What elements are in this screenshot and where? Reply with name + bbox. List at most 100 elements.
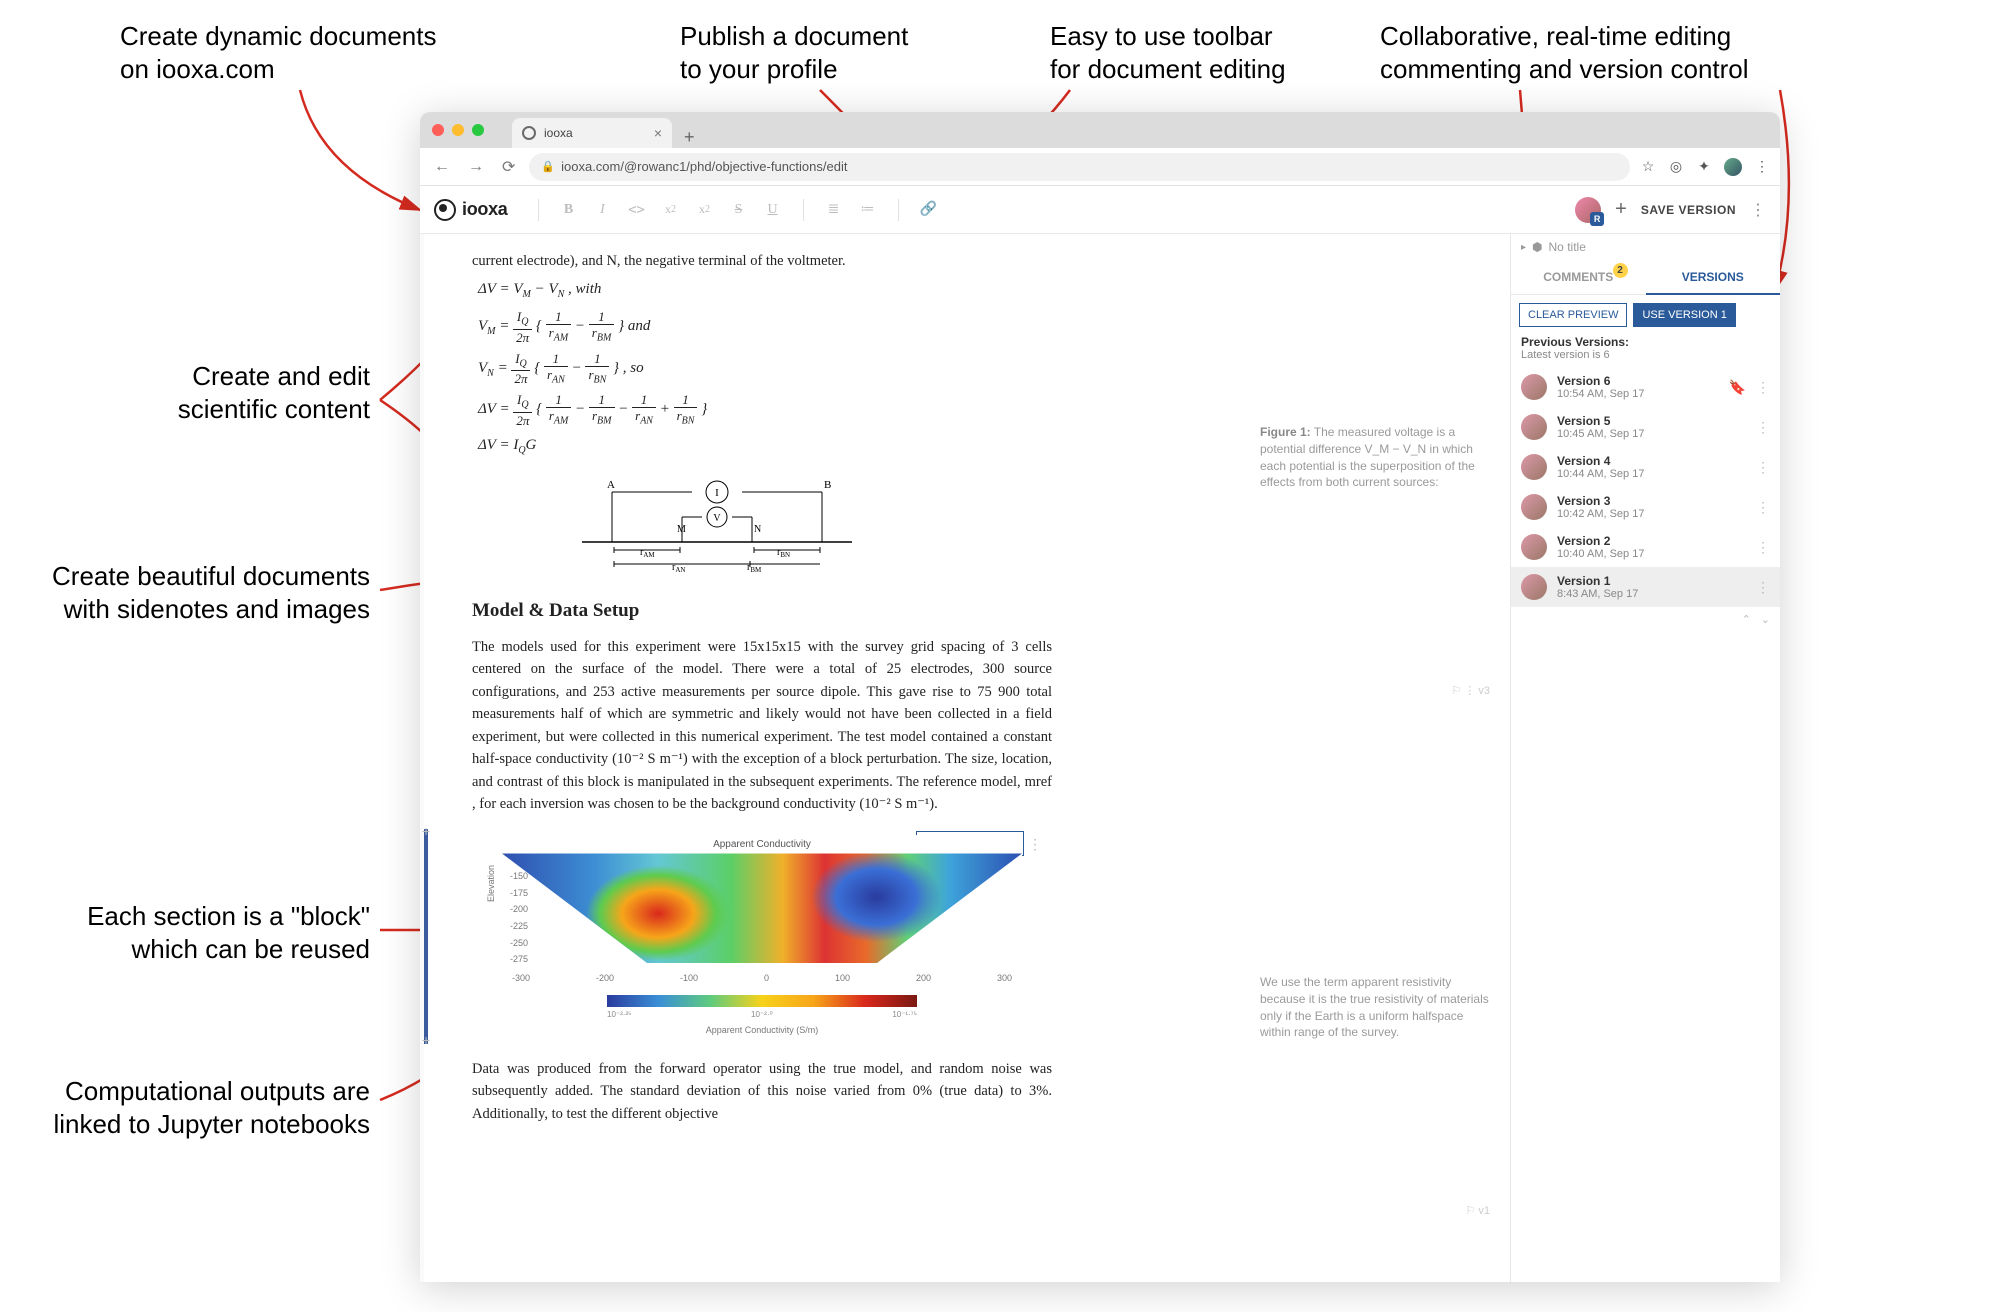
intro-paragraph: current electrode), and N, the negative … [472,250,1052,272]
body-paragraph: Data was produced from the forward opera… [472,1058,1052,1125]
version-row[interactable]: Version 610:54 AM, Sep 17🔖⋮ [1511,367,1780,407]
row-menu-icon[interactable]: ⋮ [1756,379,1770,396]
tab-versions[interactable]: VERSIONS [1646,260,1781,294]
row-menu-icon[interactable]: ⋮ [1756,419,1770,436]
tab-close-icon[interactable]: × [654,125,662,141]
row-menu-icon[interactable]: ⋮ [1756,579,1770,596]
subscript-button[interactable]: x2 [657,196,685,224]
add-block-button[interactable]: + [422,1030,430,1052]
svg-text:N: N [754,524,761,535]
superscript-button[interactable]: x2 [691,196,719,224]
svg-text:V: V [713,513,721,524]
traffic-lights [432,124,484,136]
browser-tab[interactable]: iooxa × [512,118,672,148]
browser-address-bar: ← → ⟳ 🔒 iooxa.com/@rowanc1/phd/objective… [420,148,1780,186]
doc-title-placeholder: No title [1549,240,1586,254]
tab-comments[interactable]: COMMENTS 2 [1511,260,1646,294]
bookmark-icon[interactable]: 🔖 [1729,379,1746,396]
clear-preview-button[interactable]: CLEAR PREVIEW [1519,303,1627,327]
toolbar-separator [538,199,539,221]
link-button[interactable]: 🔗 [915,196,943,224]
browser-menu-icon[interactable]: ⋮ [1754,158,1770,175]
row-menu-icon[interactable]: ⋮ [1756,459,1770,476]
svg-text:M: M [677,524,686,535]
svg-text:rAM: rAM [640,547,655,559]
document-canvas[interactable]: current electrode), and N, the negative … [420,234,1510,1282]
numbered-list-button[interactable]: ≔ [854,196,882,224]
add-block-button[interactable]: + [422,821,430,843]
doc-title-breadcrumb[interactable]: ▸ ⬢ No title [1511,234,1780,260]
save-version-button[interactable]: SAVE VERSION [1641,203,1736,217]
bullet-list-button[interactable]: ≣ [820,196,848,224]
app-logo[interactable]: iooxa [434,199,508,221]
user-badge: R [1590,212,1604,226]
sidenote: We use the term apparent resistivity bec… [1260,974,1490,1041]
comments-badge: 2 [1613,263,1628,278]
maximize-window-icon[interactable] [472,124,484,136]
new-tab-button[interactable]: + [678,127,701,148]
collapse-down-icon[interactable]: ⌄ [1761,613,1770,626]
annotation-dynamic: Create dynamic documentson iooxa.com [120,20,436,85]
user-avatar[interactable]: R [1575,197,1601,223]
favicon-icon [522,126,536,140]
version-row[interactable]: Version 510:45 AM, Sep 17⋮ [1511,407,1780,447]
collapse-up-icon[interactable]: ⌃ [1742,613,1751,626]
nav-reload-icon[interactable]: ⟳ [498,157,519,177]
url-field[interactable]: 🔒 iooxa.com/@rowanc1/phd/objective-funct… [529,153,1630,181]
underline-button[interactable]: U [759,196,787,224]
tree-icon: ⬢ [1532,240,1542,254]
toolbar-separator [803,199,804,221]
code-button[interactable]: <> [623,196,651,224]
version-row[interactable]: Version 310:42 AM, Sep 17⋮ [1511,487,1780,527]
star-icon[interactable]: ☆ [1640,158,1656,175]
version-list-footer: ⌃ ⌄ [1511,607,1780,632]
version-row[interactable]: Version 18:43 AM, Sep 17⋮ [1511,567,1780,607]
profile-avatar-icon[interactable] [1724,158,1742,176]
avatar-icon [1521,414,1547,440]
equation-dv-g: ΔV = IQG [472,434,1052,459]
app-content: current electrode), and N, the negative … [420,234,1780,1282]
avatar-icon [1521,454,1547,480]
add-collaborator-button[interactable]: + [1615,198,1627,221]
strikethrough-button[interactable]: S [725,196,753,224]
browser-extension-icons: ☆ ◎ ✦ ⋮ [1640,158,1770,176]
colorbar [607,995,917,1007]
body-paragraph: The models used for this experiment were… [472,636,1052,816]
row-menu-icon[interactable]: ⋮ [1756,499,1770,516]
row-menu-icon[interactable]: ⋮ [1756,539,1770,556]
nav-forward-icon[interactable]: → [464,158,488,176]
version-row[interactable]: Version 410:44 AM, Sep 17⋮ [1511,447,1780,487]
annotation-scientific: Create and editscientific content [50,360,370,425]
chart-xticks: -300-200-1000100200300 [502,972,1022,986]
circuit-figure: I V A B M N rAM rAN [572,472,862,572]
version-row[interactable]: Version 210:40 AM, Sep 17⋮ [1511,527,1780,567]
chart-ylabel: Elevation [485,865,499,902]
paragraph-actions[interactable]: ⚐ v1 [1465,1204,1490,1217]
annotation-collab: Collaborative, real-time editingcommenti… [1380,20,1749,85]
annotation-block: Each section is a "block"which can be re… [30,900,370,965]
nav-back-icon[interactable]: ← [430,158,454,176]
close-window-icon[interactable] [432,124,444,136]
extension-icon[interactable]: ◎ [1668,158,1684,175]
avatar-icon [1521,374,1547,400]
italic-button[interactable]: I [589,196,617,224]
chart-title: Apparent Conductivity [502,837,1022,853]
svg-text:B: B [824,479,831,491]
computational-output-block[interactable]: + CLEAR PREVIEW ⋮ Apparent Conductivity … [424,829,1052,1043]
colorbar-ticks: 10⁻²·²⁵10⁻²·⁰10⁻¹·⁷⁵ [607,1009,917,1021]
svg-text:A: A [607,479,615,491]
toolbar-separator [898,199,899,221]
annotation-publish: Publish a documentto your profile [680,20,908,85]
annotation-jupyter: Computational outputs arelinked to Jupyt… [20,1075,370,1140]
paragraph-actions[interactable]: ⚐ ⋮ v3 [1451,684,1490,697]
browser-window: iooxa × + ← → ⟳ 🔒 iooxa.com/@rowanc1/phd… [420,112,1780,1282]
bold-button[interactable]: B [555,196,583,224]
previous-versions-label: Previous Versions: [1521,335,1770,349]
right-panel-tabs: COMMENTS 2 VERSIONS [1511,260,1780,295]
minimize-window-icon[interactable] [452,124,464,136]
use-version-button[interactable]: USE VERSION 1 [1633,303,1735,327]
puzzle-icon[interactable]: ✦ [1696,158,1712,175]
more-menu-icon[interactable]: ⋮ [1750,200,1766,220]
block-menu-icon[interactable]: ⋮ [1028,835,1042,857]
equation-dv: ΔV = VM − VN , with [472,278,1052,303]
